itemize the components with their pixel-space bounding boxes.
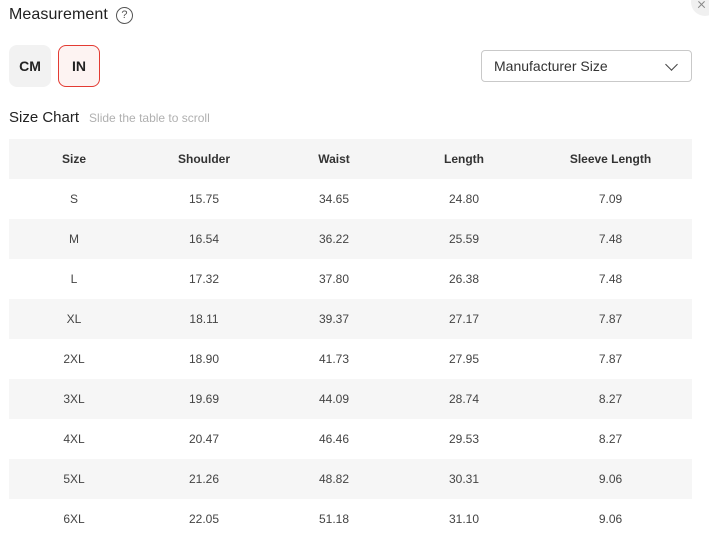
table-cell: 28.74	[448, 392, 480, 406]
table-cell: 31.10	[448, 512, 480, 526]
table-cell: 21.26	[188, 472, 220, 486]
table-cell: 9.06	[598, 512, 623, 526]
column-header: Length	[444, 152, 484, 166]
table-row: 3XL 19.69 44.09 28.74 8.27	[9, 379, 692, 419]
table-cell: 7.87	[598, 312, 623, 326]
table-cell: 27.17	[448, 312, 480, 326]
table-cell: 8.27	[598, 392, 623, 406]
table-cell: L	[70, 272, 78, 286]
table-header-row: Size Shoulder Waist Length Sleeve Length	[9, 139, 692, 179]
table-cell: 44.09	[318, 392, 350, 406]
table-cell: 16.54	[188, 232, 220, 246]
table-cell: 22.05	[188, 512, 220, 526]
table-cell: 51.18	[318, 512, 350, 526]
table-cell: 5XL	[63, 472, 85, 486]
table-cell: 17.32	[188, 272, 220, 286]
size-type-dropdown[interactable]: Manufacturer Size	[481, 50, 692, 82]
table-cell: 18.90	[188, 352, 220, 366]
table-cell: 48.82	[318, 472, 350, 486]
close-icon[interactable]	[691, 0, 709, 16]
table-cell: 46.46	[318, 432, 350, 446]
scroll-hint: Slide the table to scroll	[89, 111, 210, 125]
table-row: 5XL 21.26 48.82 30.31 9.06	[9, 459, 692, 499]
table-cell: 30.31	[448, 472, 480, 486]
table-cell: 18.11	[189, 312, 219, 326]
size-chart-table[interactable]: Size Shoulder Waist Length Sleeve Length…	[9, 139, 692, 539]
size-chart-heading: Size Chart Slide the table to scroll	[9, 109, 210, 126]
table-cell: 7.09	[598, 192, 623, 206]
table-cell: 20.47	[188, 432, 220, 446]
table-cell: 19.69	[188, 392, 220, 406]
table-cell: 7.48	[598, 232, 623, 246]
table-cell: 27.95	[448, 352, 480, 366]
table-cell: 24.80	[448, 192, 480, 206]
table-cell: 8.27	[598, 432, 623, 446]
table-cell: 7.87	[598, 352, 623, 366]
table-cell: 3XL	[63, 392, 85, 406]
table-cell: 6XL	[63, 512, 85, 526]
table-row: M 16.54 36.22 25.59 7.48	[9, 219, 692, 259]
table-cell: 41.73	[318, 352, 350, 366]
table-cell: 2XL	[63, 352, 85, 366]
table-cell: S	[69, 192, 78, 206]
table-cell: XL	[66, 312, 82, 326]
table-cell: 7.48	[598, 272, 623, 286]
page-title: Measurement	[9, 6, 108, 23]
measurement-header: Measurement ?	[9, 5, 133, 25]
size-chart-title: Size Chart	[9, 109, 80, 126]
help-icon[interactable]: ?	[115, 6, 133, 24]
column-header: Waist	[318, 152, 350, 166]
table-cell: 26.38	[448, 272, 480, 286]
table-row: 4XL 20.47 46.46 29.53 8.27	[9, 419, 692, 459]
size-type-value: Manufacturer Size	[494, 58, 608, 74]
column-header: Sleeve Length	[569, 152, 652, 166]
table-cell: M	[69, 232, 79, 246]
table-cell: 36.22	[318, 232, 350, 246]
table-cell: 4XL	[63, 432, 85, 446]
table-cell: 39.37	[318, 312, 350, 326]
table-row: 2XL 18.90 41.73 27.95 7.87	[9, 339, 692, 379]
table-row: L 17.32 37.80 26.38 7.48	[9, 259, 692, 299]
table-row: 6XL 22.05 51.18 31.10 9.06	[9, 499, 692, 539]
column-header: Size	[61, 152, 86, 166]
table-cell: 37.80	[318, 272, 350, 286]
table-row: S 15.75 34.65 24.80 7.09	[9, 179, 692, 219]
table-cell: 9.06	[598, 472, 623, 486]
column-header: Shoulder	[177, 152, 230, 166]
table-cell: 29.53	[448, 432, 480, 446]
unit-in-button[interactable]: IN	[58, 45, 100, 87]
table-cell: 15.75	[188, 192, 220, 206]
table-cell: 34.65	[318, 192, 350, 206]
unit-toggle: CM IN	[9, 45, 100, 87]
table-cell: 25.59	[448, 232, 480, 246]
chevron-down-icon	[665, 58, 678, 71]
table-row: XL 18.11 39.37 27.17 7.87	[9, 299, 692, 339]
unit-cm-button[interactable]: CM	[9, 45, 51, 87]
